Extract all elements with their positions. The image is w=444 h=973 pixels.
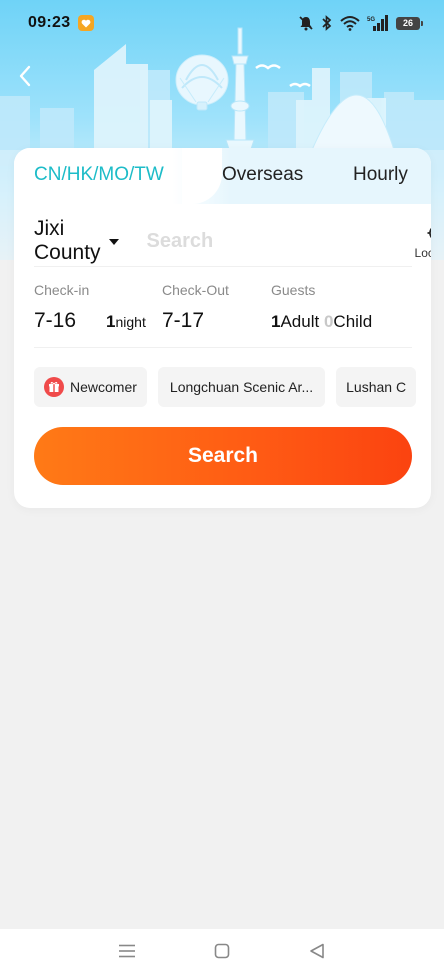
battery-icon: 26 (396, 16, 423, 30)
status-bar: 09:23 5G 26 (0, 0, 444, 46)
menu-icon (119, 944, 136, 958)
nights-count: 1night (106, 312, 146, 332)
bell-muted-icon (299, 16, 313, 31)
tab-hourly[interactable]: Hourly (353, 164, 408, 186)
destination-row: Jixi County Location (34, 216, 431, 266)
checkin-date[interactable]: 7-16 (34, 309, 76, 333)
city-name: Jixi County (34, 217, 101, 264)
dates-guests-row: Check-in 7-16 1night Check-Out 7-17 Gues… (34, 278, 412, 340)
checkout-label: Check-Out (162, 282, 229, 298)
chip-longchuan-scenic[interactable]: Longchuan Scenic Ar... (157, 367, 326, 407)
cellular-signal-icon: 5G (367, 15, 388, 31)
search-button[interactable]: Search (34, 427, 412, 485)
chip-label: Longchuan Scenic Ar... (169, 379, 314, 395)
home-square-icon (214, 943, 230, 959)
caret-down-icon (108, 239, 119, 245)
chip-lushan[interactable]: Lushan C (336, 367, 416, 407)
back-nav-button[interactable] (297, 931, 337, 971)
locate-crosshair-icon (427, 227, 431, 238)
tab-cn-hk-mo-tw[interactable]: CN/HK/MO/TW (34, 164, 164, 186)
nights-unit: night (115, 314, 146, 330)
adults-unit: Adult (280, 312, 320, 331)
guests-label: Guests (271, 282, 316, 298)
guests-selector[interactable]: 1Adult 0Child (271, 312, 372, 332)
divider (34, 266, 412, 267)
back-button[interactable] (12, 62, 38, 90)
location-label: Location (414, 245, 431, 260)
city-selector[interactable]: Jixi County (34, 217, 119, 265)
system-nav-bar (0, 929, 444, 973)
chip-newcomer[interactable]: Newcomer (34, 367, 147, 407)
checkout-date[interactable]: 7-17 (162, 309, 204, 333)
chevron-left-icon (19, 65, 31, 87)
heart-app-icon (78, 15, 95, 31)
gift-icon (44, 377, 64, 397)
divider (34, 347, 412, 348)
region-tabs: CN/HK/MO/TW Overseas Hourly (14, 148, 431, 204)
network-type-label: 5G (367, 17, 375, 23)
location-button[interactable]: Location (415, 223, 431, 260)
hotel-search-card: CN/HK/MO/TW Overseas Hourly Jixi County … (14, 148, 431, 508)
quick-filter-chips: Newcomer Longchuan Scenic Ar... Lushan C (34, 367, 416, 409)
search-input[interactable] (146, 229, 415, 253)
wifi-icon (340, 16, 360, 31)
status-left: 09:23 (28, 14, 95, 32)
chip-label: Newcomer (70, 379, 137, 395)
tab-overseas[interactable]: Overseas (222, 164, 303, 186)
checkin-label: Check-in (34, 282, 90, 298)
home-nav-button[interactable] (202, 931, 242, 971)
back-triangle-icon (309, 943, 324, 959)
children-unit: Child (333, 312, 373, 331)
status-right: 5G 26 (298, 15, 423, 31)
chip-label: Lushan C (346, 379, 407, 395)
menu-nav-button[interactable] (107, 931, 147, 971)
battery-level: 26 (402, 18, 413, 28)
bluetooth-icon (322, 15, 332, 31)
status-time: 09:23 (28, 14, 71, 31)
children-count: 0 (323, 312, 334, 331)
